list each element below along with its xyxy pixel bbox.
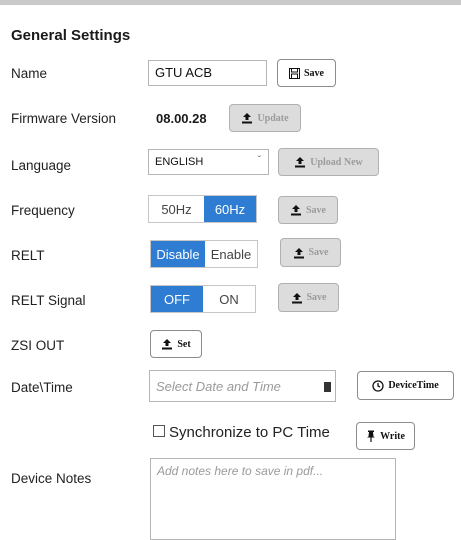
top-divider bbox=[0, 0, 461, 5]
language-upload-label: Upload New bbox=[310, 156, 363, 168]
firmware-update-button[interactable]: Update bbox=[229, 104, 301, 132]
language-upload-button[interactable]: Upload New bbox=[278, 148, 379, 176]
zsi-out-set-label: Set bbox=[177, 338, 191, 350]
device-notes-placeholder: Add notes here to save in pdf... bbox=[157, 464, 324, 478]
floppy-disk-icon bbox=[289, 67, 300, 79]
name-save-label: Save bbox=[304, 67, 324, 79]
sync-write-button[interactable]: Write bbox=[356, 422, 415, 450]
relt-signal-option-on[interactable]: ON bbox=[203, 286, 255, 312]
relt-save-button[interactable]: Save bbox=[280, 238, 341, 267]
frequency-label: Frequency bbox=[11, 203, 75, 218]
page-title: General Settings bbox=[11, 27, 131, 44]
device-time-label: DeviceTime bbox=[388, 380, 439, 391]
firmware-label: Firmware Version bbox=[11, 111, 117, 126]
upload-icon bbox=[291, 292, 302, 303]
language-label: Language bbox=[11, 158, 72, 173]
frequency-option-60hz[interactable]: 60Hz bbox=[204, 196, 256, 222]
sync-pc-time-checkbox[interactable] bbox=[153, 425, 165, 437]
firmware-update-label: Update bbox=[257, 112, 289, 124]
relt-label: RELT bbox=[11, 248, 45, 263]
name-input[interactable]: GTU ACB bbox=[148, 60, 267, 86]
upload-icon bbox=[162, 339, 173, 350]
relt-signal-toggle[interactable]: OFF ON bbox=[150, 285, 256, 313]
device-notes-label: Device Notes bbox=[11, 471, 92, 486]
relt-signal-option-off[interactable]: OFF bbox=[151, 286, 203, 312]
device-notes-textarea[interactable]: Add notes here to save in pdf... bbox=[150, 458, 396, 540]
frequency-save-label: Save bbox=[306, 204, 326, 216]
relt-signal-save-label: Save bbox=[306, 292, 327, 303]
language-selected-value: ENGLISH bbox=[155, 156, 204, 168]
frequency-option-50hz[interactable]: 50Hz bbox=[149, 196, 204, 222]
frequency-save-button[interactable]: Save bbox=[278, 196, 338, 224]
name-label: Name bbox=[11, 66, 48, 81]
zsi-out-label: ZSI OUT bbox=[11, 338, 65, 353]
firmware-version-value: 08.00.28 bbox=[156, 111, 207, 126]
relt-option-disable[interactable]: Disable bbox=[151, 241, 205, 267]
language-select[interactable]: ENGLISH ˇ bbox=[148, 149, 269, 175]
pin-icon bbox=[367, 430, 376, 442]
sync-pc-time-label: Synchronize to PC Time bbox=[169, 424, 330, 441]
datetime-input[interactable]: Select Date and Time bbox=[149, 370, 336, 402]
clock-icon bbox=[372, 379, 384, 392]
sync-write-label: Write bbox=[380, 430, 405, 442]
upload-icon bbox=[293, 247, 304, 258]
name-save-button[interactable]: Save bbox=[277, 59, 336, 87]
frequency-toggle[interactable]: 50Hz 60Hz bbox=[148, 195, 257, 223]
chevron-down-icon: ˇ bbox=[257, 155, 261, 166]
datetime-placeholder: Select Date and Time bbox=[156, 379, 281, 394]
upload-icon bbox=[295, 157, 306, 168]
relt-option-enable[interactable]: Enable bbox=[205, 241, 257, 267]
zsi-out-set-button[interactable]: Set bbox=[150, 330, 202, 358]
upload-icon bbox=[242, 113, 253, 124]
device-time-button[interactable]: DeviceTime bbox=[357, 371, 454, 400]
calendar-icon[interactable] bbox=[324, 382, 331, 392]
upload-icon bbox=[291, 205, 301, 216]
relt-signal-save-button[interactable]: Save bbox=[278, 283, 339, 312]
relt-save-label: Save bbox=[308, 247, 329, 258]
relt-toggle[interactable]: Disable Enable bbox=[150, 240, 258, 268]
relt-signal-label: RELT Signal bbox=[11, 293, 86, 308]
datetime-label: Date\Time bbox=[11, 380, 73, 395]
